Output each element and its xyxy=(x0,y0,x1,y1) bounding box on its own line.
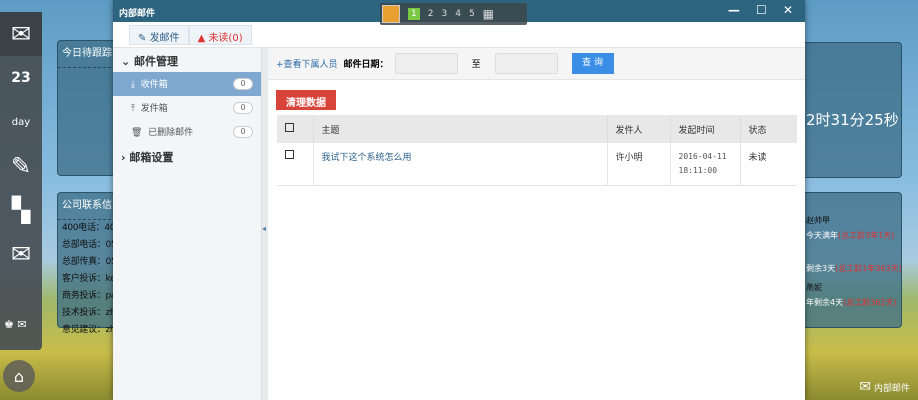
panel-title: 公司联系信... xyxy=(58,193,122,220)
text: (总工龄362天) xyxy=(843,298,897,307)
date-label: 邮件日期： xyxy=(343,60,389,70)
todo-panel: 今日待跟踪 xyxy=(57,40,117,176)
toolbar: ✎ 发邮件 ▲ 未读(0) xyxy=(113,22,805,48)
workspace-2[interactable]: 2 xyxy=(428,9,434,19)
mail-subject-link[interactable]: 我试下这个系统怎么用 xyxy=(322,153,412,163)
compose-button[interactable]: ✎ 发邮件 xyxy=(129,25,189,45)
mail-sender: 许小明 xyxy=(606,143,670,186)
notification-label: 内部邮件 xyxy=(873,384,910,394)
contact-panel: 公司联系信... 400电话：40 总部电话：05 总部传真：05 客户投诉：k… xyxy=(57,192,122,335)
contact-line: 商务投诉：pa xyxy=(62,291,117,301)
count-badge: 0 xyxy=(233,126,253,138)
to-label: 至 xyxy=(471,60,481,70)
outbox-icon: ⤒ xyxy=(131,104,135,114)
contact-line: 总部电话：05 xyxy=(62,240,117,250)
trash-icon: 🗑 xyxy=(131,128,143,138)
row-checkbox[interactable] xyxy=(285,150,294,159)
day-icon[interactable]: day xyxy=(0,100,42,144)
mail-time: 18:11:00 xyxy=(678,166,718,175)
unread-label: 未读(0) xyxy=(208,33,243,44)
header-subject[interactable]: 主题 xyxy=(312,115,607,143)
mail-date: 2016-04-11 xyxy=(678,152,727,161)
inbox-icon: ⤓ xyxy=(131,80,135,90)
home-button[interactable]: ⌂ xyxy=(3,360,35,392)
mail-icon-2[interactable]: ✉ xyxy=(0,232,42,276)
item-label: 发件箱 xyxy=(140,104,168,114)
table-row[interactable]: 我试下这个系统怎么用 许小明 2016-04-11 18:11:00 未读 xyxy=(277,143,797,186)
timer-text: 2时31分25秒 xyxy=(806,111,899,129)
window-controls[interactable]: — ☐ ✕ xyxy=(728,3,799,17)
end-date-input[interactable] xyxy=(494,53,558,74)
header-sender[interactable]: 发件人 xyxy=(606,115,670,143)
select-all-checkbox[interactable] xyxy=(285,123,294,132)
sidebar-item-inbox[interactable]: ⤓ 收件箱 0 xyxy=(113,72,261,96)
count-badge: 0 xyxy=(233,78,253,90)
sidebar: ⌄ 邮件管理 ⤓ 收件箱 0 ⤒ 发件箱 0 🗑 已删除邮件 0 › 邮箱设置 xyxy=(113,48,262,400)
text: 年剩余4天 xyxy=(806,298,844,307)
workspace-switcher: 1 2 3 4 5 ▦ xyxy=(380,3,527,25)
view-subordinates-link[interactable]: +查看下属人员 xyxy=(276,57,338,70)
workspace-3[interactable]: 3 xyxy=(441,9,447,19)
notification[interactable]: ✉ 内部邮件 xyxy=(859,379,910,395)
clear-data-button[interactable]: 清理数据 xyxy=(276,90,336,110)
unread-button[interactable]: ▲ 未读(0) xyxy=(188,25,252,45)
note-icon[interactable]: ✎ xyxy=(0,144,42,188)
grid-icon[interactable]: ▦ xyxy=(483,7,494,21)
mail-table: 主题 发件人 发起时间 状态 我试下这个系统怎么用 许小明 2016-04-11… xyxy=(277,115,797,186)
timer-panel: 2时31分25秒 xyxy=(790,42,902,178)
workspace-4[interactable]: 4 xyxy=(455,9,461,19)
compose-label: 发邮件 xyxy=(149,33,180,44)
count-badge: 0 xyxy=(233,102,253,114)
text: (总工龄3年1天) xyxy=(838,231,895,240)
table-header: 主题 发件人 发起时间 状态 xyxy=(277,115,797,143)
left-dock: ✉ 23 day ✎ ▚ ✉ ♚ ✉ xyxy=(0,12,42,350)
text: 今天满年 xyxy=(806,231,838,240)
user-avatar[interactable] xyxy=(382,5,400,23)
header-status[interactable]: 状态 xyxy=(739,115,797,143)
tray-icons[interactable]: ♚ ✉ xyxy=(4,318,27,331)
text: 剩余3天 xyxy=(806,264,836,273)
sidebar-item-deleted[interactable]: 🗑 已删除邮件 0 xyxy=(113,120,261,144)
main-content: +查看下属人员 邮件日期： 至 查 询 清理数据 主题 发件人 发起时间 状态 … xyxy=(268,48,805,400)
add-app-icon[interactable]: ▚ xyxy=(0,188,42,232)
workspace-5[interactable]: 5 xyxy=(469,9,475,19)
panel-title: 今日待跟踪 xyxy=(58,41,116,68)
text: 燕妮 xyxy=(806,283,822,292)
mail-icon: ✉ xyxy=(859,379,872,395)
mail-status: 未读 xyxy=(739,143,797,186)
mail-window: 内部邮件 — ☐ ✕ ✎ 发邮件 ▲ 未读(0) ⌄ 邮件管理 ⤓ 收件箱 0 ⤒ 发… xyxy=(113,0,805,400)
contact-line: 技术投诉：zh xyxy=(62,308,116,318)
filter-bar: +查看下属人员 邮件日期： 至 查 询 xyxy=(268,48,805,80)
contact-line: 意见建议：zh xyxy=(62,325,116,335)
header-time[interactable]: 发起时间 xyxy=(669,115,740,143)
item-label: 已删除邮件 xyxy=(148,128,194,138)
mail-icon[interactable]: ✉ xyxy=(0,12,42,56)
query-button[interactable]: 查 询 xyxy=(571,53,614,74)
group-label: 邮箱设置 xyxy=(129,151,174,164)
sidebar-item-sent[interactable]: ⤒ 发件箱 0 xyxy=(113,96,261,120)
contact-line: 客户投诉：ke xyxy=(62,274,116,284)
chevron-left-icon: ◂ xyxy=(262,224,267,233)
item-label: 收件箱 xyxy=(140,80,168,90)
group-label: 邮件管理 xyxy=(134,55,179,68)
calendar-icon[interactable]: 23 xyxy=(0,56,42,100)
group-mail-management[interactable]: ⌄ 邮件管理 xyxy=(113,48,261,72)
text: (总工龄1年363天) xyxy=(835,264,902,273)
contact-line: 400电话：40 xyxy=(62,223,116,233)
text: 赵帅甲 xyxy=(806,216,830,225)
group-mailbox-settings[interactable]: › 邮箱设置 xyxy=(113,144,261,168)
anniversary-panel: 赵帅甲 今天满年(总工龄3年1天) 剩余3天(总工龄1年363天) 燕妮 年剩余… xyxy=(790,192,902,328)
contact-line: 总部传真：05 xyxy=(62,257,117,267)
window-title: 内部邮件 xyxy=(119,9,156,19)
workspace-1[interactable]: 1 xyxy=(408,8,420,20)
start-date-input[interactable] xyxy=(394,53,458,74)
